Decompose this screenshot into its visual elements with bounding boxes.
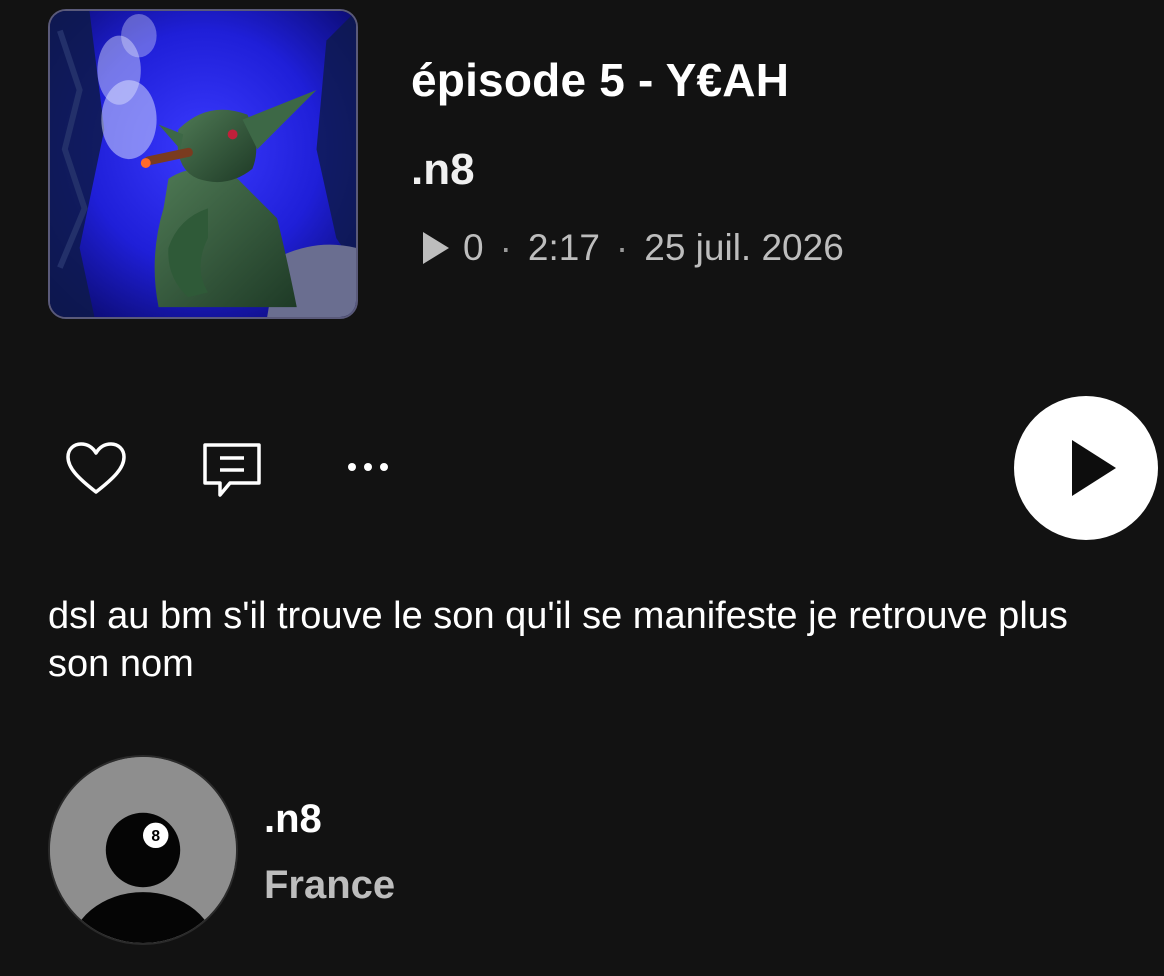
play-icon bbox=[1072, 440, 1116, 496]
episode-meta: 0 · 2:17 · 25 juil. 2026 bbox=[423, 227, 844, 269]
meta-separator: · bbox=[615, 227, 629, 268]
like-button[interactable] bbox=[64, 440, 128, 496]
svg-text:8: 8 bbox=[151, 828, 160, 845]
episode-date: 25 juil. 2026 bbox=[644, 227, 844, 268]
episode-cover-image[interactable] bbox=[48, 9, 358, 319]
play-count: 0 bbox=[463, 227, 484, 268]
user-country: France bbox=[264, 863, 396, 907]
episode-title: épisode 5 - Y€AH bbox=[411, 54, 790, 106]
comment-button[interactable] bbox=[200, 441, 264, 499]
play-count-icon bbox=[423, 232, 449, 264]
episode-description: dsl au bm s'il trouve le son qu'il se ma… bbox=[48, 595, 1068, 685]
more-options-button[interactable] bbox=[344, 455, 392, 479]
heart-icon bbox=[66, 442, 126, 494]
episode-artist[interactable]: .n8 bbox=[411, 145, 475, 195]
goblin-cover-art bbox=[50, 11, 356, 317]
user-avatar[interactable]: 8 bbox=[48, 755, 238, 945]
more-dots-icon bbox=[348, 463, 388, 471]
play-button[interactable] bbox=[1014, 396, 1158, 540]
eight-ball-avatar-icon: 8 bbox=[50, 757, 236, 943]
user-name[interactable]: .n8 bbox=[264, 797, 322, 842]
meta-separator: · bbox=[499, 227, 512, 268]
episode-duration: 2:17 bbox=[527, 227, 600, 268]
comment-icon bbox=[203, 443, 261, 497]
